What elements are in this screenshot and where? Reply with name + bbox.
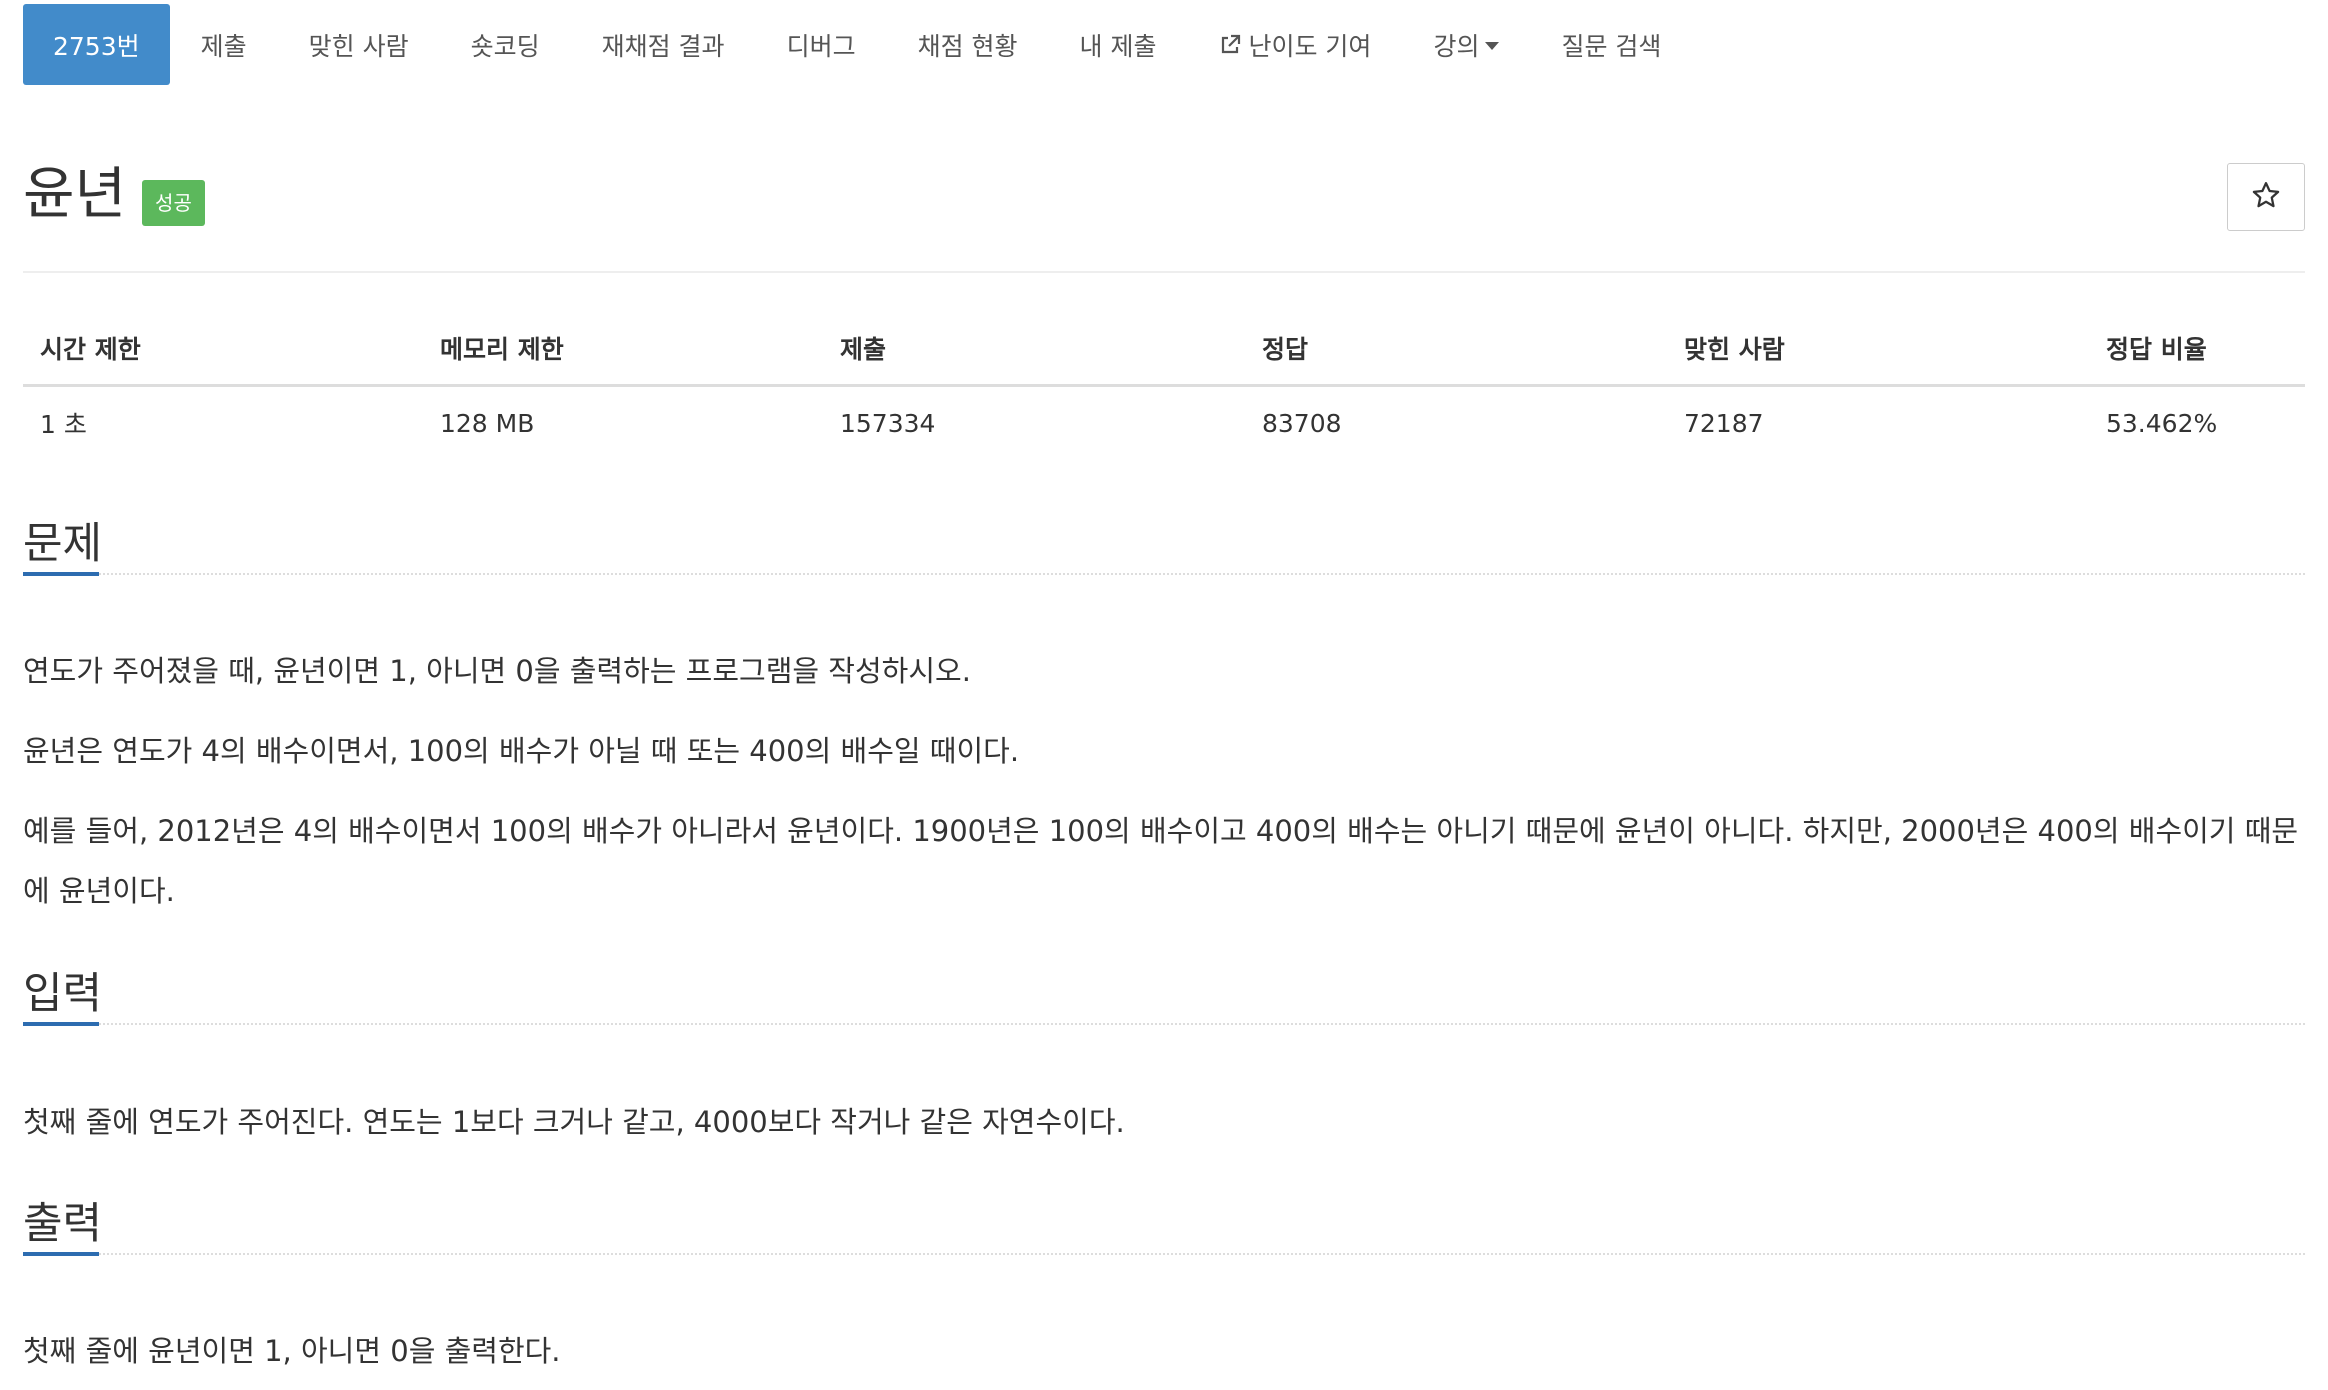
tab-difficulty-contribution[interactable]: 난이도 기여 bbox=[1187, 4, 1402, 85]
input-description-paragraph: 첫째 줄에 연도가 주어진다. 연도는 1보다 크거나 같고, 4000보다 작… bbox=[23, 1105, 1125, 1139]
header-submissions: 제출 bbox=[823, 320, 1245, 387]
tab-submit[interactable]: 제출 bbox=[170, 4, 278, 85]
section-underline bbox=[23, 1022, 99, 1026]
external-link-icon bbox=[1218, 33, 1242, 57]
table-header-row: 시간 제한 메모리 제한 제출 정답 맞힌 사람 정답 비율 bbox=[23, 320, 2305, 387]
section-divider bbox=[23, 1023, 2305, 1025]
problem-description-paragraph: 윤년은 연도가 4의 배수이면서, 100의 배수가 아닐 때 또는 400의 … bbox=[23, 734, 1020, 768]
tab-problem-number[interactable]: 2753번 bbox=[23, 4, 170, 85]
tab-question-search[interactable]: 질문 검색 bbox=[1530, 4, 1692, 85]
tab-solved-users[interactable]: 맞힌 사람 bbox=[278, 4, 440, 85]
tab-label: 디버그 bbox=[786, 31, 856, 61]
output-section-heading: 출력 bbox=[23, 1198, 2305, 1256]
value-submissions: 157334 bbox=[840, 408, 936, 438]
title-divider bbox=[23, 271, 2305, 273]
section-underline bbox=[23, 572, 99, 576]
tab-label: 제출 bbox=[200, 31, 247, 61]
output-description-paragraph: 첫째 줄에 윤년이면 1, 아니면 0을 출력한다. bbox=[23, 1334, 561, 1368]
section-title: 문제 bbox=[23, 519, 103, 569]
tab-short-coding[interactable]: 숏코딩 bbox=[440, 4, 571, 85]
header-solved-users: 맞힌 사람 bbox=[1667, 320, 2089, 387]
section-underline bbox=[23, 1252, 99, 1256]
tab-label: 질문 검색 bbox=[1561, 31, 1662, 61]
problem-page: 2753번 제출 맞힌 사람 숏코딩 재채점 결과 디버그 채점 현황 내 제출 bbox=[0, 0, 2328, 1390]
problem-description-paragraph: 예를 들어, 2012년은 4의 배수이면서 100의 배수가 아니라서 윤년이… bbox=[23, 814, 2299, 908]
tab-label: 재채점 결과 bbox=[601, 31, 725, 61]
section-title: 출력 bbox=[23, 1199, 103, 1249]
tab-lecture-dropdown[interactable]: 강의 bbox=[1402, 4, 1530, 85]
problem-info-table: 시간 제한 메모리 제한 제출 정답 맞힌 사람 정답 비율 1 초 128 M… bbox=[23, 320, 2305, 451]
tab-debug[interactable]: 디버그 bbox=[756, 4, 887, 85]
value-accepted: 83708 bbox=[1262, 408, 1342, 438]
table-row: 1 초 128 MB 157334 83708 72187 53.462% bbox=[23, 386, 2305, 452]
tab-label: 난이도 기여 bbox=[1248, 31, 1372, 61]
problem-section-heading: 문제 bbox=[23, 518, 2305, 576]
tab-label: 내 제출 bbox=[1079, 31, 1157, 61]
status-badge: 성공 bbox=[142, 180, 205, 226]
tab-judge-status[interactable]: 채점 현황 bbox=[887, 4, 1049, 85]
favorite-star-button[interactable] bbox=[2227, 163, 2305, 231]
value-accept-ratio: 53.462% bbox=[2106, 408, 2218, 438]
tab-rejudge-results[interactable]: 재채점 결과 bbox=[571, 4, 756, 85]
section-divider bbox=[23, 573, 2305, 575]
value-memory-limit: 128 MB bbox=[440, 408, 535, 438]
header-memory-limit: 메모리 제한 bbox=[423, 320, 823, 387]
tab-label: 2753번 bbox=[53, 31, 140, 61]
tab-label: 맞힌 사람 bbox=[308, 31, 409, 61]
tab-label: 강의 bbox=[1433, 31, 1480, 61]
tab-my-submissions[interactable]: 내 제출 bbox=[1049, 4, 1188, 85]
tab-label: 숏코딩 bbox=[470, 31, 540, 61]
problem-nav-tabs: 2753번 제출 맞힌 사람 숏코딩 재채점 결과 디버그 채점 현황 내 제출 bbox=[23, 4, 1692, 85]
tab-label: 채점 현황 bbox=[917, 31, 1018, 61]
header-time-limit: 시간 제한 bbox=[23, 320, 423, 387]
problem-description-paragraph: 연도가 주어졌을 때, 윤년이면 1, 아니면 0을 출력하는 프로그램을 작성… bbox=[23, 654, 971, 688]
value-solved-users: 72187 bbox=[1684, 408, 1764, 438]
value-time-limit: 1 초 bbox=[40, 410, 87, 439]
input-section-heading: 입력 bbox=[23, 968, 2305, 1026]
caret-down-icon bbox=[1485, 42, 1500, 50]
section-divider bbox=[23, 1253, 2305, 1255]
star-icon bbox=[2251, 180, 2281, 214]
header-accept-ratio: 정답 비율 bbox=[2089, 320, 2305, 387]
problem-title: 윤년 bbox=[23, 162, 127, 227]
section-title: 입력 bbox=[23, 969, 103, 1019]
problem-title-row: 윤년 성공 bbox=[23, 160, 205, 230]
header-accepted: 정답 bbox=[1245, 320, 1667, 387]
